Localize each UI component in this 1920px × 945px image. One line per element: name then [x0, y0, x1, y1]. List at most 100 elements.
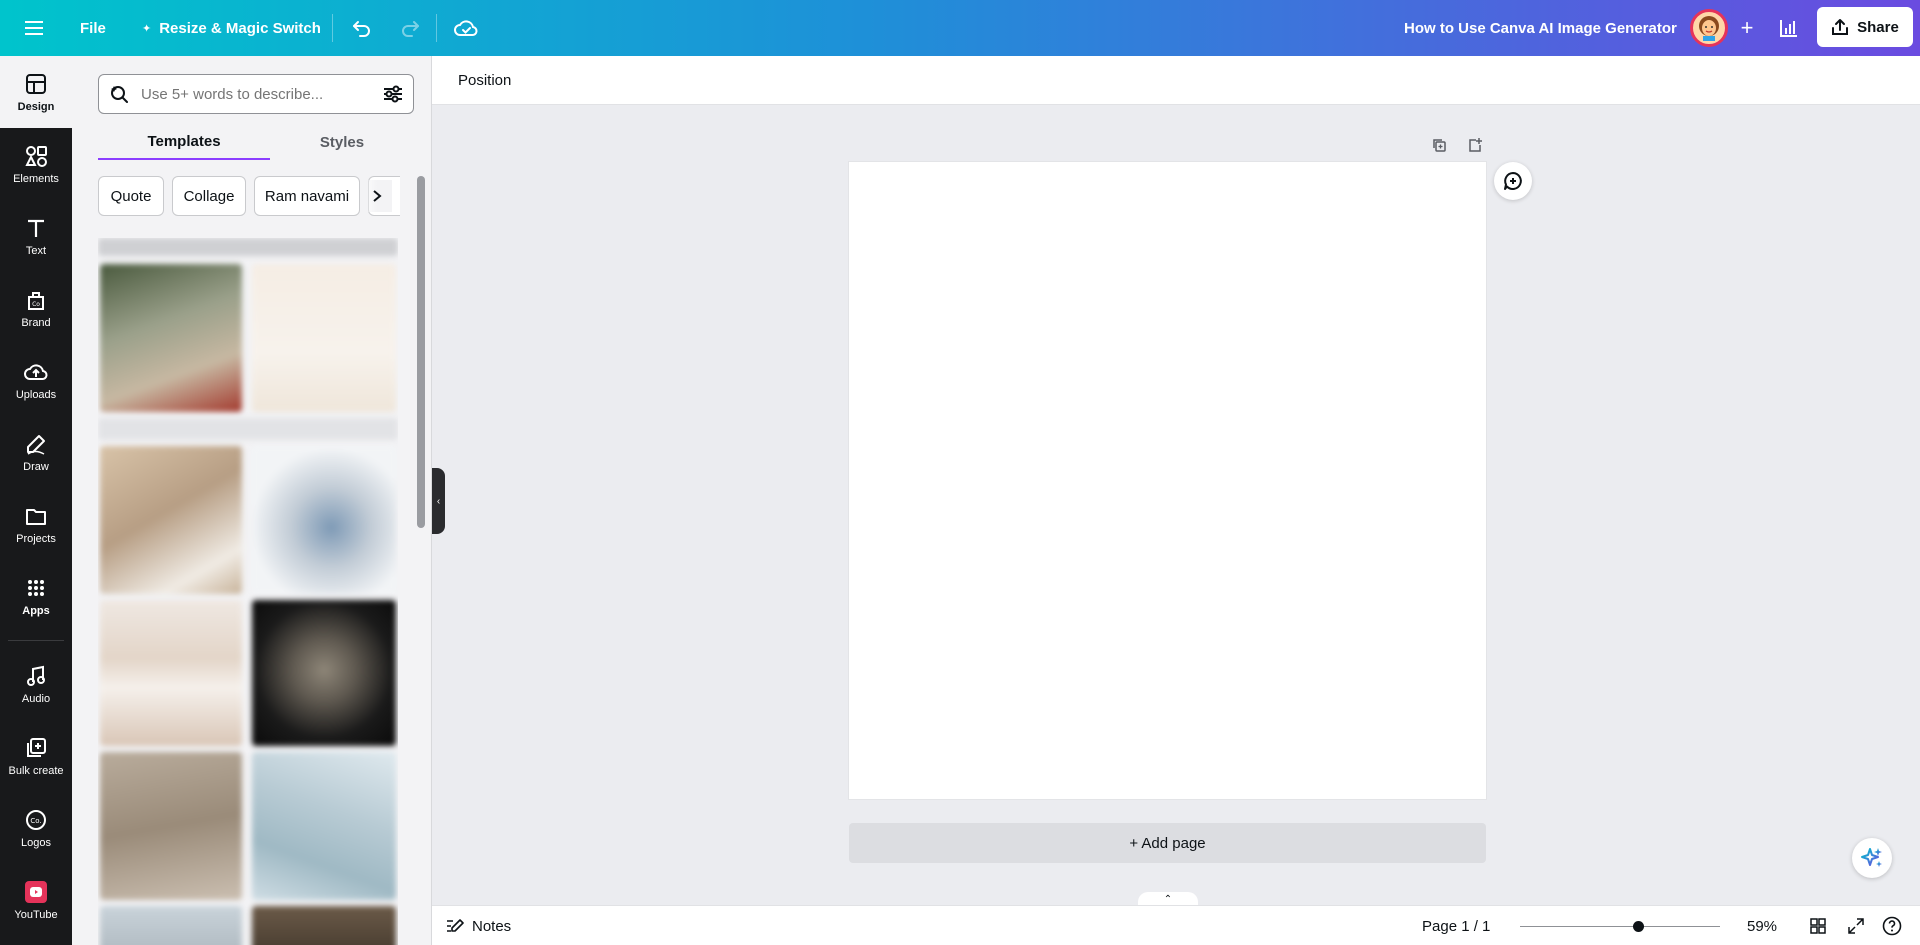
- upload-cloud-icon: [23, 359, 49, 385]
- rail-label: Projects: [16, 533, 56, 545]
- notes-label: Notes: [472, 917, 512, 935]
- text-icon: [23, 215, 49, 241]
- help-button[interactable]: [1878, 912, 1906, 940]
- notes-pencil-icon: [447, 919, 464, 932]
- template-thumbnail[interactable]: [100, 906, 242, 945]
- category-chips: Quote Collage Ram navami R: [98, 176, 400, 218]
- add-page-icon: [1469, 138, 1482, 152]
- template-thumbnail[interactable]: [100, 600, 242, 746]
- sparkle-icon: ✦: [142, 22, 152, 35]
- template-search-input[interactable]: [141, 85, 383, 103]
- collapse-panel-button[interactable]: ‹: [432, 468, 445, 534]
- chips-next-button[interactable]: [362, 180, 392, 212]
- avatar-face-icon: [1699, 16, 1719, 41]
- template-grid: [98, 238, 398, 945]
- rail-item-bulk-create[interactable]: Bulk create: [0, 720, 72, 792]
- bulk-create-icon: [23, 735, 49, 761]
- page-indicator[interactable]: Page 1 / 1: [1422, 910, 1490, 942]
- draw-icon: [23, 431, 49, 457]
- cloud-check-icon: [454, 20, 478, 36]
- undo-button[interactable]: [342, 8, 382, 48]
- grid-view-button[interactable]: [1804, 912, 1832, 940]
- rail-item-apps[interactable]: Apps: [0, 560, 72, 632]
- show-pages-button[interactable]: ⌃: [1138, 892, 1198, 906]
- insights-button[interactable]: [1770, 8, 1808, 48]
- chevron-left-icon: ‹: [436, 495, 441, 507]
- template-thumbnail[interactable]: [252, 906, 396, 945]
- page-tools: [1426, 132, 1488, 158]
- magic-assistant-button[interactable]: [1852, 838, 1892, 878]
- save-status-button[interactable]: [446, 8, 486, 48]
- add-collaborator-button[interactable]: +: [1728, 8, 1766, 48]
- template-thumbnail[interactable]: [252, 446, 396, 594]
- rail-item-logos[interactable]: Co. Logos: [0, 792, 72, 864]
- template-thumbnail[interactable]: [100, 446, 242, 594]
- help-question-icon: [1882, 916, 1902, 936]
- file-menu-button[interactable]: File: [70, 8, 116, 48]
- toolbar-divider: [436, 14, 437, 42]
- rail-label: Draw: [23, 461, 49, 473]
- rail-item-audio[interactable]: Audio: [0, 648, 72, 720]
- add-page-button[interactable]: + Add page: [849, 823, 1486, 863]
- rail-label: Text: [25, 245, 47, 257]
- rail-item-projects[interactable]: Projects: [0, 488, 72, 560]
- template-thumbnail[interactable]: [252, 264, 396, 412]
- zoom-slider[interactable]: [1520, 926, 1720, 927]
- template-thumbnail[interactable]: [100, 752, 242, 900]
- tab-templates[interactable]: Templates: [98, 124, 270, 160]
- search-box: [98, 74, 414, 114]
- resize-magic-switch-button[interactable]: ✦ Resize & Magic Switch: [130, 8, 333, 48]
- main-menu-button[interactable]: [14, 8, 54, 48]
- tab-styles[interactable]: Styles: [270, 124, 414, 160]
- rail-label: Brand: [21, 317, 51, 329]
- position-button[interactable]: Position: [442, 62, 527, 98]
- filter-sliders-icon[interactable]: [383, 85, 403, 103]
- elements-icon: [23, 143, 49, 169]
- rail-label: Logos: [21, 837, 51, 849]
- add-comment-button[interactable]: [1494, 162, 1532, 200]
- share-label: Share: [1857, 18, 1899, 36]
- rail-label: Design: [17, 101, 55, 113]
- fullscreen-button[interactable]: [1842, 912, 1870, 940]
- template-thumbnail[interactable]: [252, 600, 396, 746]
- redo-icon: [402, 21, 419, 37]
- logo-icon: Co.: [23, 807, 49, 833]
- zoom-value[interactable]: 59%: [1732, 910, 1792, 942]
- redo-button[interactable]: [390, 8, 430, 48]
- rail-item-uploads[interactable]: Uploads: [0, 344, 72, 416]
- svg-text:Co.: Co.: [30, 817, 41, 825]
- rail-label: Elements: [13, 173, 59, 185]
- zoom-slider-knob[interactable]: [1633, 921, 1644, 932]
- rail-item-text[interactable]: Text: [0, 200, 72, 272]
- rail-item-brand[interactable]: Co Brand: [0, 272, 72, 344]
- bar-chart-icon: [1780, 20, 1797, 37]
- chip-collage[interactable]: Collage: [172, 176, 246, 216]
- undo-icon: [353, 21, 370, 37]
- brand-icon: Co: [23, 287, 49, 313]
- panel-tabs: Templates Styles: [98, 124, 414, 160]
- share-button[interactable]: Share: [1817, 7, 1913, 47]
- rail-label: Audio: [21, 693, 51, 705]
- template-thumbnail[interactable]: [100, 264, 242, 412]
- rail-item-elements[interactable]: Elements: [0, 128, 72, 200]
- rail-item-design[interactable]: Design: [0, 56, 72, 128]
- rail-item-youtube[interactable]: YouTube: [0, 864, 72, 936]
- toolbar-divider: [332, 14, 333, 42]
- duplicate-page-icon: [1433, 139, 1446, 152]
- comment-add-icon: [1504, 172, 1522, 190]
- chip-ram-navami[interactable]: Ram navami: [254, 176, 360, 216]
- notes-button[interactable]: Notes: [446, 910, 511, 942]
- add-page-icon-button[interactable]: [1462, 132, 1488, 158]
- chip-quote[interactable]: Quote: [98, 176, 164, 216]
- template-thumbnail[interactable]: [252, 752, 396, 900]
- rail-label: Uploads: [15, 389, 57, 401]
- canvas-page[interactable]: [849, 162, 1486, 799]
- document-title[interactable]: How to Use Canva AI Image Generator: [1390, 8, 1691, 48]
- user-avatar[interactable]: [1690, 9, 1728, 47]
- left-rail: Design Elements Text Co Brand Uploads Dr…: [0, 56, 72, 945]
- duplicate-page-button[interactable]: [1426, 132, 1452, 158]
- magic-sparkle-icon: [1861, 848, 1882, 867]
- fullscreen-expand-icon: [1848, 918, 1864, 934]
- rail-item-draw[interactable]: Draw: [0, 416, 72, 488]
- panel-scrollbar-thumb[interactable]: [417, 176, 425, 528]
